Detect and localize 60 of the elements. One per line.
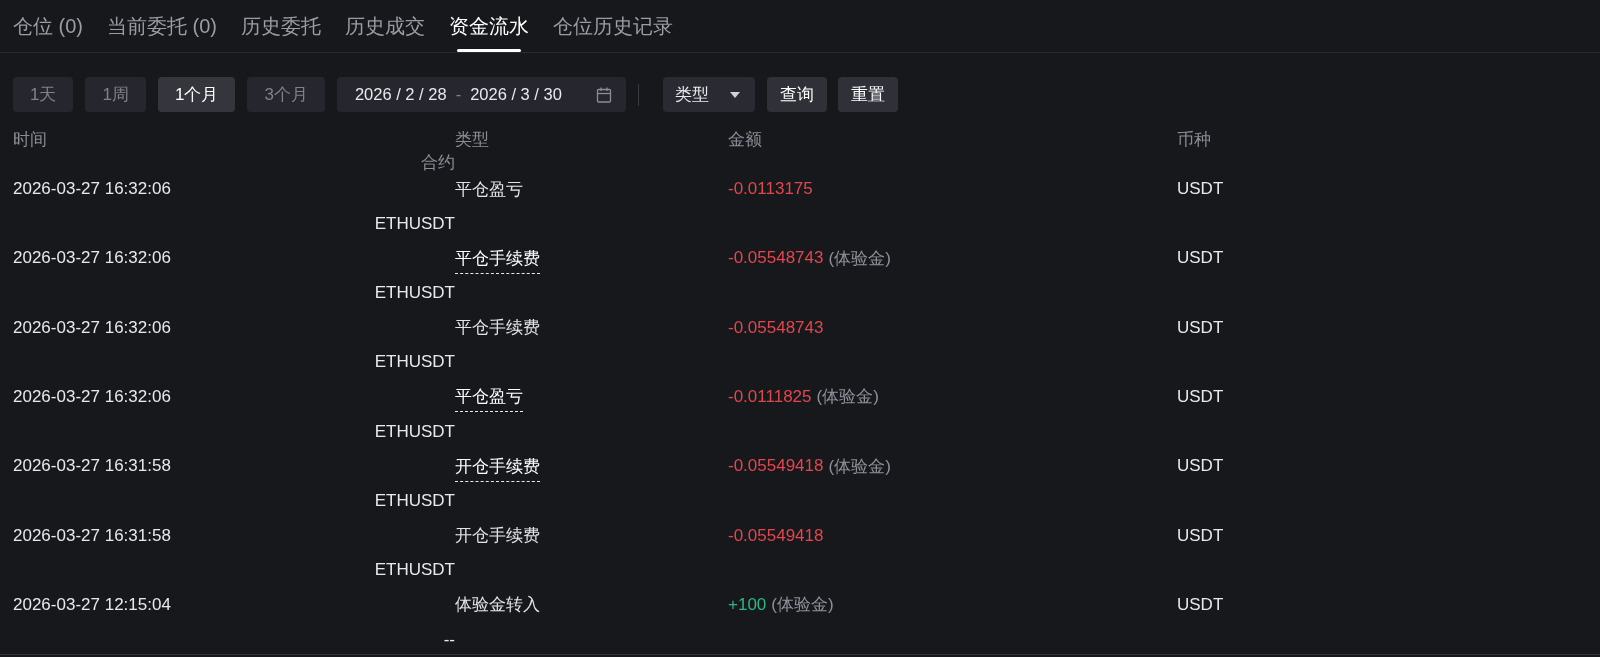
amount-note: (体验金) xyxy=(816,386,879,409)
contract-cell: ETHUSDT xyxy=(374,490,455,511)
amount-value: -0.05549418 xyxy=(728,456,824,477)
reset-button[interactable]: 重置 xyxy=(837,77,898,112)
period-button[interactable]: 1天 xyxy=(13,77,74,112)
currency-cell: USDT xyxy=(1177,456,1224,477)
amount-note: (体验金) xyxy=(828,247,891,270)
currency-cell: USDT xyxy=(1177,594,1224,615)
type-cell-text: 开仓手续费 xyxy=(455,525,540,548)
contract-cell: ETHUSDT xyxy=(374,352,455,373)
type-dropdown[interactable]: 类型 xyxy=(662,77,755,112)
amount-note: (体验金) xyxy=(771,594,834,617)
time-cell: 2026-03-27 16:31:58 xyxy=(13,456,171,477)
calendar-icon xyxy=(595,86,612,103)
type-cell-text: 体验金转入 xyxy=(455,594,540,617)
time-cell: 2026-03-27 16:32:06 xyxy=(13,248,171,269)
column-header: 类型 xyxy=(455,129,489,151)
type-cell-text: 平仓手续费 xyxy=(455,317,540,340)
amount-value: -0.05548743 xyxy=(728,248,824,269)
type-cell: 平仓盈亏 xyxy=(455,385,523,413)
amount-value: -0.05549418 xyxy=(728,525,824,546)
currency-cell: USDT xyxy=(1177,317,1224,338)
type-cell-text: 平仓盈亏 xyxy=(455,178,523,201)
time-cell: 2026-03-27 16:32:06 xyxy=(13,179,171,200)
contract-cell: ETHUSDT xyxy=(374,213,455,234)
time-cell: 2026-03-27 16:32:06 xyxy=(13,317,171,338)
tab[interactable]: 当前委托 (0) xyxy=(107,0,217,52)
currency-cell: USDT xyxy=(1177,386,1224,407)
time-cell: 2026-03-27 16:31:58 xyxy=(13,525,171,546)
column-header: 合约 xyxy=(421,152,455,174)
period-button[interactable]: 1个月 xyxy=(157,77,236,112)
period-button[interactable]: 1周 xyxy=(85,77,146,112)
period-button[interactable]: 3个月 xyxy=(247,77,325,112)
column-header: 币种 xyxy=(1177,129,1211,151)
caret-down-icon xyxy=(729,91,740,98)
tab[interactable]: 仓位历史记录 xyxy=(553,0,673,52)
amount-value: +100 xyxy=(728,594,767,615)
currency-cell: USDT xyxy=(1177,248,1224,269)
column-header: 金额 xyxy=(728,129,762,151)
tab[interactable]: 历史成交 xyxy=(345,0,425,52)
currency-cell: USDT xyxy=(1177,525,1224,546)
tab[interactable]: 历史委托 xyxy=(241,0,321,52)
contract-cell: ETHUSDT xyxy=(374,421,455,442)
contract-cell: -- xyxy=(443,629,455,650)
type-cell: 平仓手续费 xyxy=(455,246,540,274)
amount-value: -0.0113175 xyxy=(728,179,813,200)
date-range-field[interactable]: 2026 / 2 / 28 - 2026 / 3 / 30 xyxy=(336,77,626,112)
column-header: 时间 xyxy=(13,129,47,151)
tab[interactable]: 资金流水 xyxy=(449,0,529,52)
amount-value: -0.0111825 xyxy=(728,386,812,407)
time-cell: 2026-03-27 16:32:06 xyxy=(13,386,171,407)
time-cell: 2026-03-27 12:15:04 xyxy=(13,594,171,615)
contract-cell: ETHUSDT xyxy=(374,283,455,303)
tab[interactable]: 仓位 (0) xyxy=(13,0,83,52)
currency-cell: USDT xyxy=(1177,179,1224,200)
type-cell: 开仓手续费 xyxy=(455,454,540,482)
amount-value: -0.05548743 xyxy=(728,317,824,338)
amount-note: (体验金) xyxy=(828,455,891,478)
query-button[interactable]: 查询 xyxy=(766,77,827,112)
contract-cell: ETHUSDT xyxy=(374,560,455,581)
